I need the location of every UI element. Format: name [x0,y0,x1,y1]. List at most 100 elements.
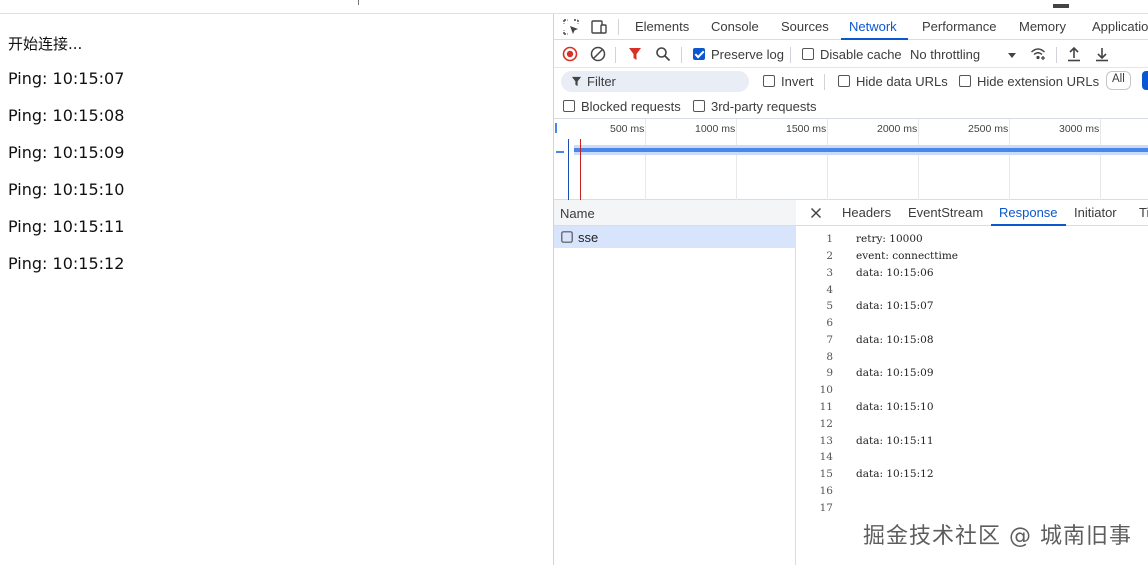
line-number: 3 [826,267,833,279]
response-line: 14 [796,451,1148,468]
preserve-log-label: Preserve log [711,47,784,62]
search-icon[interactable] [655,46,671,62]
inspect-element-icon[interactable] [562,18,580,36]
tab-eventstream[interactable]: EventStream [908,205,983,220]
tab-performance[interactable]: Performance [922,19,996,34]
tab-initiator[interactable]: Initiator [1074,205,1117,220]
network-timeline-overview[interactable]: 500 ms 1000 ms 1500 ms 2000 ms 2500 ms 3… [554,119,1148,200]
timeline-gridline [1100,119,1101,200]
line-text: data: 10:15:06 [856,267,934,279]
tab-response[interactable]: Response [999,205,1058,220]
line-number: 5 [826,300,833,312]
line-text: data: 10:15:07 [856,300,934,312]
status-line: 开始连接... [8,35,83,53]
disable-cache-label: Disable cache [820,47,902,62]
tab-elements[interactable]: Elements [635,19,689,34]
timeline-tick-label: 1500 ms [786,123,827,135]
response-line: 11 data: 10:15:10 [796,401,1148,418]
separator [618,19,619,35]
line-text: data: 10:15:08 [856,334,934,346]
invert-label: Invert [781,74,814,89]
response-line: 4 [796,284,1148,301]
device-toolbar-icon[interactable] [590,18,608,36]
active-tab-indicator [841,38,908,40]
request-list: Name sse [554,200,796,565]
close-icon[interactable] [810,207,822,219]
response-line: 7 data: 10:15:08 [796,334,1148,351]
line-number: 6 [826,317,833,329]
response-line: 13 data: 10:15:11 [796,435,1148,452]
devtools-tab-bar: Elements Console Sources Network Perform… [554,14,1148,40]
watermark: 掘金技术社区 @ 城南旧事 [863,524,1132,549]
filter-input[interactable]: Filter [561,71,749,92]
document-icon [561,231,573,243]
line-number: 13 [819,435,833,447]
line-number: 14 [819,451,833,463]
page-content: 开始连接... Ping: 10:15:07 Ping: 10:15:08 Pi… [0,14,553,565]
line-text: data: 10:15:09 [856,367,934,379]
timeline-tick-label: 3000 ms [1059,123,1100,135]
disable-cache-checkbox[interactable] [802,48,814,60]
tab-headers[interactable]: Headers [842,205,891,220]
response-line: 12 [796,418,1148,435]
timeline-request-bar [574,148,1148,152]
hide-data-urls-checkbox[interactable] [838,75,850,87]
invert-checkbox[interactable] [763,75,775,87]
separator [615,47,616,63]
line-number: 10 [819,384,833,396]
timeline-tick-label: 2000 ms [877,123,918,135]
request-row[interactable]: sse [554,226,796,248]
response-line: 15 data: 10:15:12 [796,468,1148,485]
devtools-panel: Elements Console Sources Network Perform… [553,14,1148,565]
network-conditions-icon[interactable] [1030,46,1046,62]
timeline-handle[interactable] [555,123,557,133]
line-number: 9 [826,367,833,379]
filter-type-button[interactable] [1142,71,1148,90]
clear-icon[interactable] [590,46,606,62]
top-edge-mark [1053,4,1069,8]
request-list-header[interactable]: Name [554,200,796,226]
record-icon[interactable] [562,46,578,62]
hide-extension-urls-label: Hide extension URLs [977,74,1100,89]
hide-extension-urls-checkbox[interactable] [959,75,971,87]
upload-icon[interactable] [1066,46,1082,62]
timeline-tick-label: 1000 ms [695,123,736,135]
line-number: 1 [826,233,833,245]
tab-network[interactable]: Network [849,19,897,34]
line-text: data: 10:15:12 [856,468,934,480]
separator [1056,47,1057,63]
tab-console[interactable]: Console [711,19,759,34]
top-edge-mark [358,0,359,5]
download-icon[interactable] [1094,46,1110,62]
timeline-gridline [918,119,919,200]
timeline-tick-label: 2500 ms [968,123,1009,135]
response-line: 8 [796,351,1148,368]
line-number: 12 [819,418,833,430]
filter-all-button[interactable]: All [1106,71,1131,90]
preserve-log-checkbox[interactable] [693,48,705,60]
ping-line: Ping: 10:15:12 [8,254,125,273]
tab-memory[interactable]: Memory [1019,19,1066,34]
tab-application[interactable]: Applicatio [1092,19,1148,34]
detail-tab-bar: Headers EventStream Response Initiator T… [796,200,1148,226]
ping-line: Ping: 10:15:08 [8,106,125,125]
third-party-requests-checkbox[interactable] [693,100,705,112]
timeline-gridline [645,119,646,200]
separator [681,47,682,63]
filter-funnel-icon[interactable] [627,46,643,62]
response-line: 5 data: 10:15:07 [796,300,1148,317]
dropdown-arrow-icon[interactable] [1004,47,1020,63]
request-detail-panel: Headers EventStream Response Initiator T… [796,200,1148,565]
filter-funnel-icon [571,76,582,87]
ping-line: Ping: 10:15:10 [8,180,125,199]
network-toolbar: Preserve log Disable cache No throttling [554,41,1148,68]
line-number: 17 [819,502,833,514]
response-line: 17 [796,502,1148,519]
tab-sources[interactable]: Sources [781,19,829,34]
line-number: 2 [826,250,833,262]
filter-placeholder: Filter [587,74,616,89]
load-event-line [580,139,581,200]
throttling-select[interactable]: No throttling [910,47,980,62]
tab-timing[interactable]: Ti [1139,205,1148,220]
blocked-requests-checkbox[interactable] [563,100,575,112]
